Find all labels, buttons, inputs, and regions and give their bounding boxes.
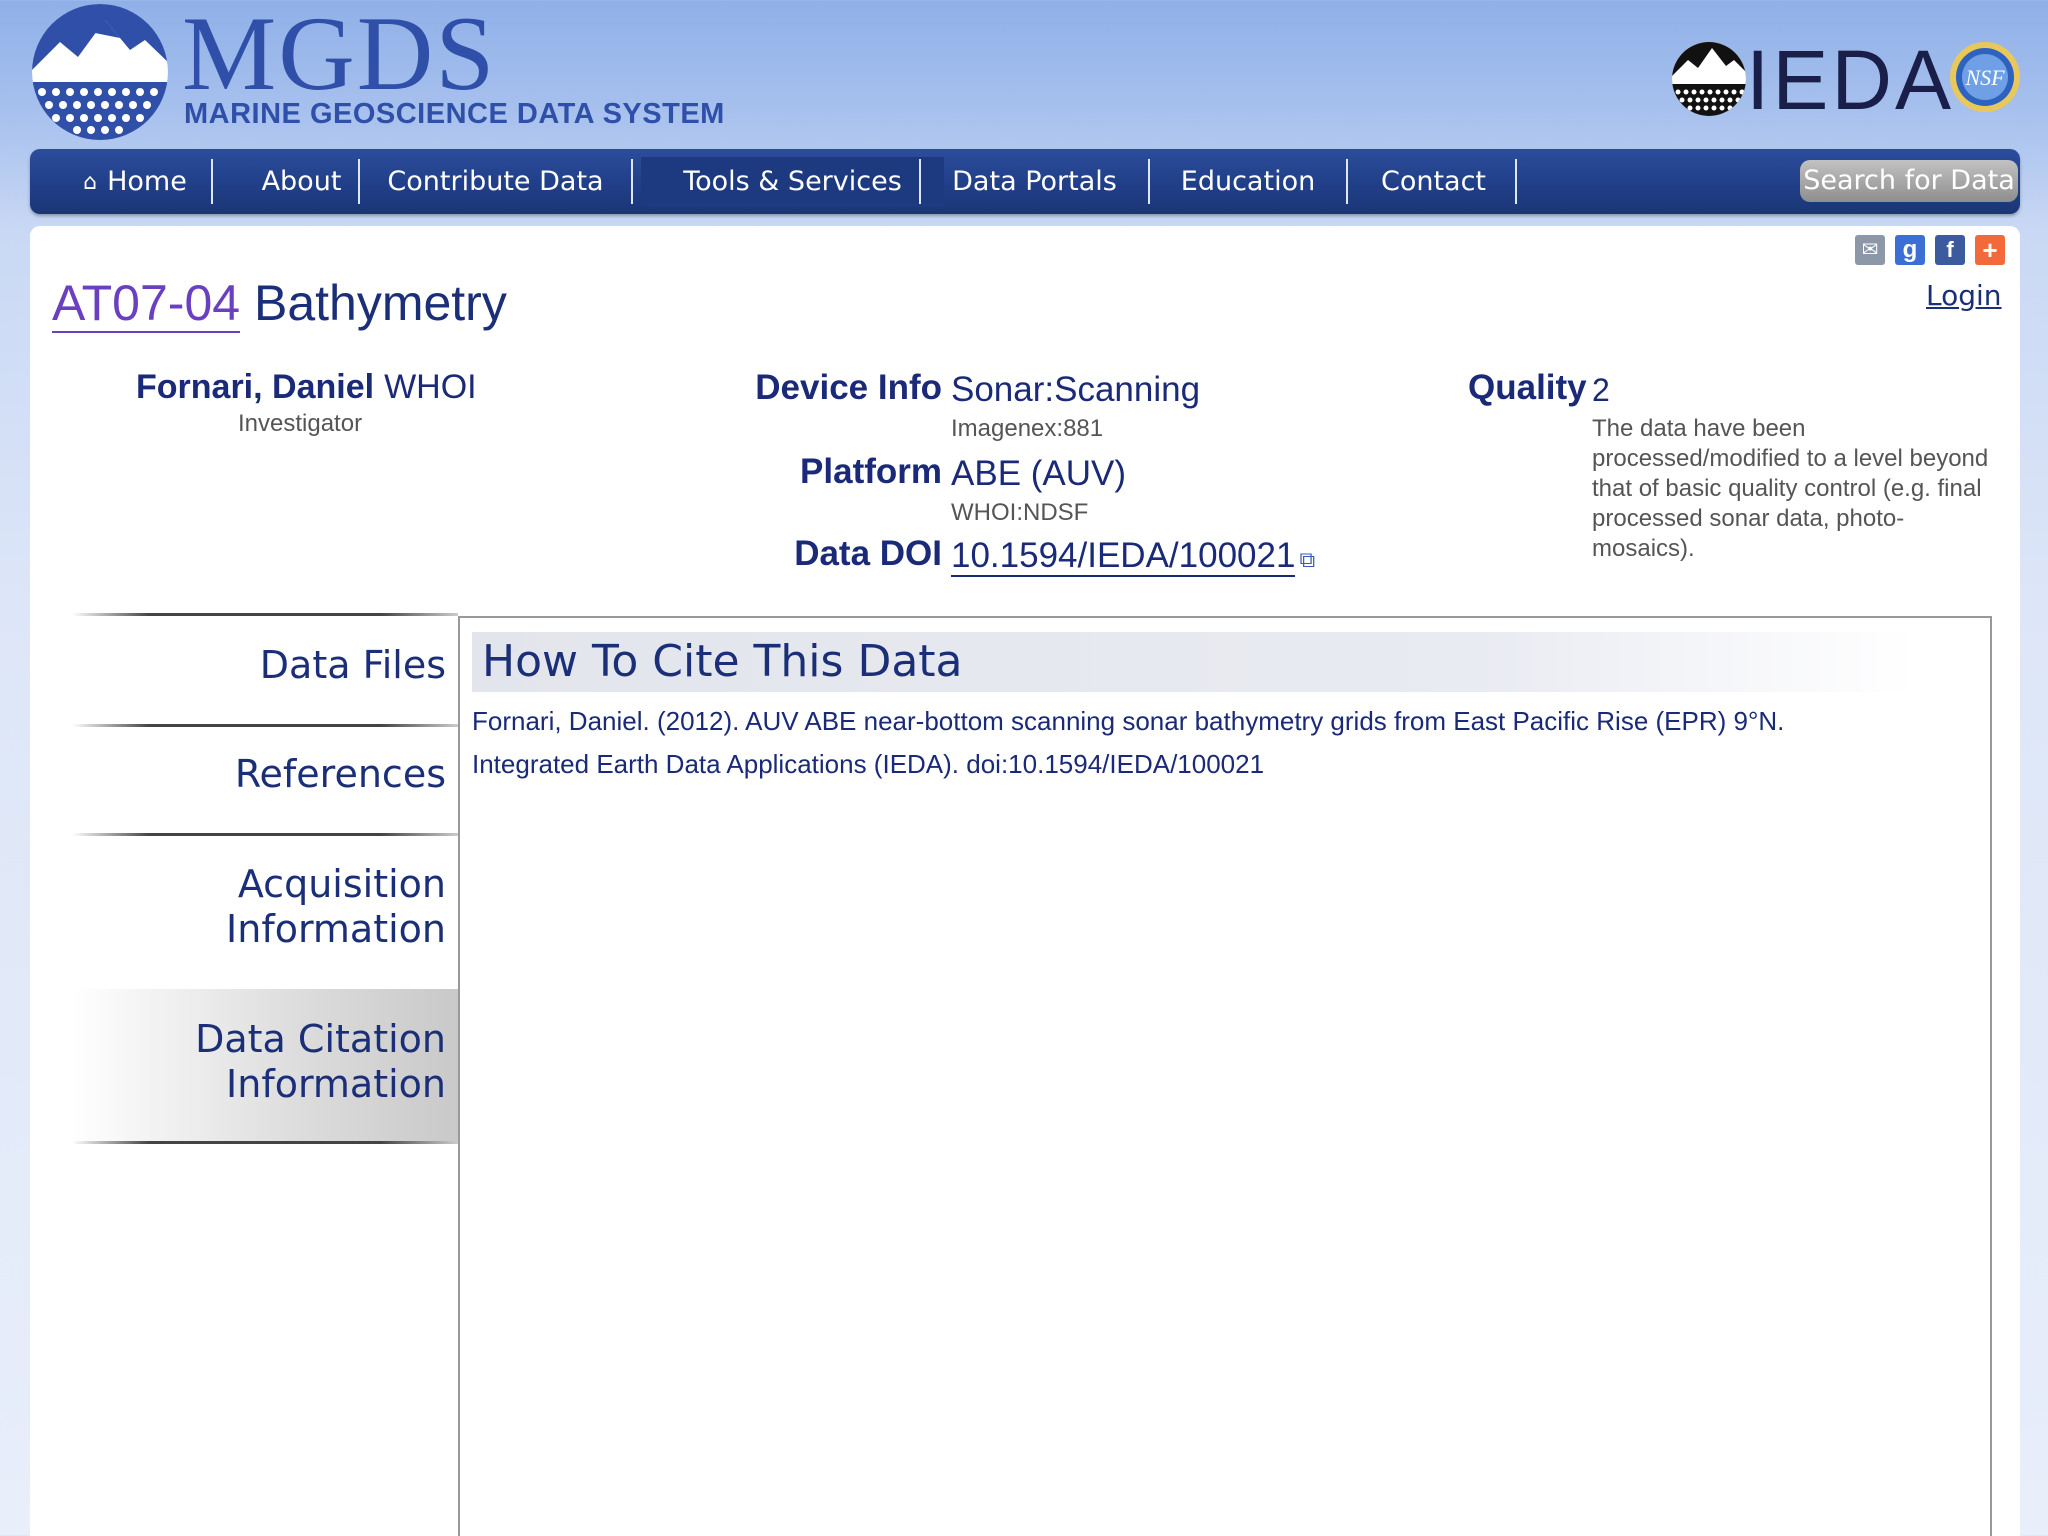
brand-title[interactable]: MGDS — [182, 1, 496, 107]
quality-label: Quality — [1468, 368, 1587, 407]
ieda-logo-icon[interactable] — [1670, 38, 1748, 120]
tab-data-citation-information[interactable]: Data Citation Information — [72, 989, 458, 1141]
nav-home[interactable]: ⌂ Home — [50, 149, 220, 214]
device-info-sub: Imagenex:881 — [951, 415, 1104, 442]
brand-subtitle: MARINE GEOSCIENCE DATA SYSTEM — [184, 98, 725, 130]
tab-divider — [72, 613, 458, 616]
main-nav: ⌂ Home About Contribute Data Tools & Serv… — [30, 149, 2020, 214]
data-doi-value: 10.1594/IEDA/100021 — [951, 536, 1296, 577]
data-doi-link[interactable]: 10.1594/IEDA/100021 ⧉ — [951, 536, 1316, 577]
citation-text: Fornari, Daniel. (2012). AUV ABE near-bo… — [472, 700, 1972, 786]
nsf-logo-icon[interactable]: NSF — [1948, 40, 2022, 114]
citation-line-1: Fornari, Daniel. (2012). AUV ABE near-bo… — [472, 706, 1785, 736]
tab-acquisition-information[interactable]: Acquisition Information — [72, 862, 458, 952]
mgds-logo-icon[interactable] — [30, 2, 170, 140]
tab-divider — [72, 1141, 458, 1144]
citation-heading: How To Cite This Data — [472, 632, 1912, 692]
partner-title[interactable]: IEDA — [1746, 38, 1954, 122]
device-info-label: Device Info — [755, 368, 942, 407]
tab-citation-label-1: Data Citation — [195, 1017, 446, 1061]
nav-contribute-data[interactable]: Contribute Data — [360, 149, 631, 214]
platform-value: ABE (AUV) — [951, 454, 1127, 493]
tab-references[interactable]: References — [72, 752, 458, 797]
citation-panel: How To Cite This Data Fornari, Daniel. (… — [458, 616, 1992, 1536]
investigator-role: Investigator — [238, 410, 363, 437]
tab-citation-label-2: Information — [226, 1062, 446, 1106]
nav-contact[interactable]: Contact — [1348, 149, 1519, 214]
page-title: AT07-04 Bathymetry — [52, 273, 507, 333]
external-link-icon: ⧉ — [1299, 547, 1316, 572]
nsf-label: NSF — [1964, 65, 2005, 90]
facebook-icon[interactable]: f — [1935, 235, 1965, 265]
platform-sub: WHOI:NDSF — [951, 499, 1089, 526]
nav-divider — [631, 159, 633, 204]
nav-education[interactable]: Education — [1150, 149, 1346, 214]
login-link[interactable]: Login — [1926, 279, 2002, 312]
nav-home-label: Home — [107, 166, 187, 197]
tab-references-label: References — [234, 752, 446, 796]
nav-divider — [1515, 159, 1517, 204]
site-header: MGDS MARINE GEOSCIENCE DATA SYSTEM IEDA … — [0, 0, 2048, 150]
citation-line-2: Integrated Earth Data Applications (IEDA… — [472, 749, 1265, 779]
add-share-icon[interactable]: + — [1975, 235, 2005, 265]
data-doi-label: Data DOI — [794, 534, 942, 573]
tab-acquisition-label-1: Acquisition — [237, 862, 446, 906]
investigator-org: WHOI — [384, 368, 477, 406]
home-icon: ⌂ — [83, 170, 98, 195]
tab-divider — [72, 724, 458, 727]
email-icon[interactable]: ✉ — [1855, 235, 1885, 265]
search-for-data-button[interactable]: Search for Data — [1800, 160, 2018, 202]
tab-data-files-label: Data Files — [259, 643, 446, 687]
tab-acquisition-label-2: Information — [226, 907, 446, 951]
nav-data-portals[interactable]: Data Portals — [921, 149, 1148, 214]
platform-label: Platform — [800, 452, 942, 491]
device-info-value: Sonar:Scanning — [951, 370, 1201, 409]
tab-divider — [72, 833, 458, 836]
investigator-name[interactable]: Fornari, Daniel — [136, 368, 374, 406]
tab-data-files[interactable]: Data Files — [72, 643, 458, 688]
google-plus-icon[interactable]: g — [1895, 235, 1925, 265]
title-id-link[interactable]: AT07-04 — [52, 275, 241, 333]
title-text: Bathymetry — [253, 275, 507, 331]
nav-tools-services[interactable]: Tools & Services — [641, 157, 944, 207]
quality-description: The data have been processed/modified to… — [1592, 415, 1989, 562]
quality-value: 2 — [1592, 372, 1610, 408]
investigator: Fornari, Daniel WHOI — [136, 368, 477, 407]
